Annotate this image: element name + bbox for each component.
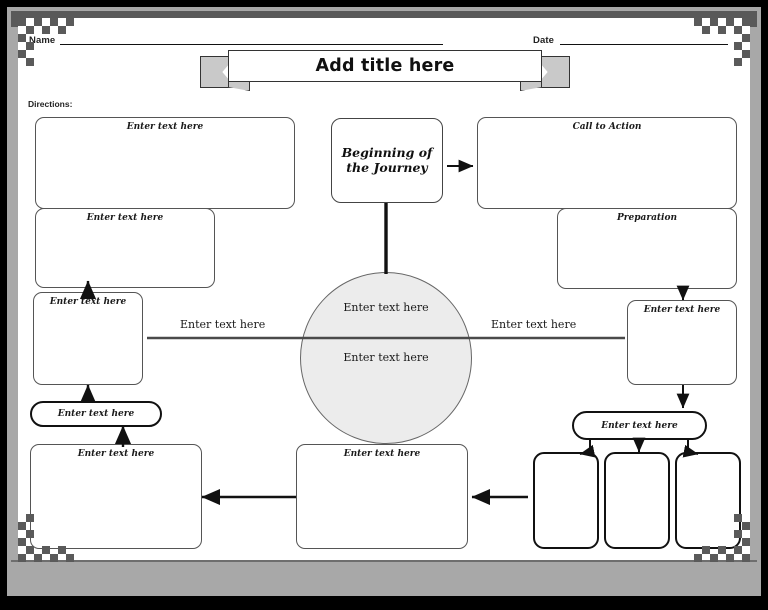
pill-left[interactable]: Enter text here — [30, 401, 162, 427]
footer-bar: www.storyboardthat.com Storyboard That — [11, 562, 757, 596]
circle-top-label: Enter text here — [343, 301, 429, 314]
title-banner-body[interactable]: Add title here — [228, 50, 542, 82]
banner-fold-right — [520, 81, 542, 91]
checker-corner-top-right — [694, 18, 750, 66]
node-beginning-of-journey[interactable]: Beginning of the Journey — [331, 118, 443, 203]
box-left-upper[interactable]: Enter text here — [35, 208, 215, 288]
box-label: Call to Action — [572, 122, 642, 132]
box-bottom-center[interactable]: Enter text here — [296, 444, 468, 549]
box-label: Enter text here — [77, 449, 155, 459]
node-label: Beginning of the Journey — [341, 144, 433, 175]
box-branch-1[interactable] — [533, 452, 599, 549]
name-input-line[interactable] — [60, 44, 443, 45]
box-branch-2[interactable] — [604, 452, 670, 549]
box-call-to-action[interactable]: Call to Action — [477, 117, 737, 209]
box-label: Enter text here — [643, 305, 721, 315]
date-label: Date — [533, 35, 554, 46]
box-label: Preparation — [616, 213, 678, 223]
checker-corner-bottom-right — [694, 514, 750, 562]
box-label: Enter text here — [126, 122, 204, 132]
box-label: Enter text here — [49, 297, 127, 307]
box-top-left-wide[interactable]: Enter text here — [35, 117, 295, 209]
axis-label-left: Enter text here — [180, 318, 266, 331]
pill-right[interactable]: Enter text here — [572, 411, 707, 440]
title-banner: Add title here — [200, 50, 570, 92]
axis-label-right: Enter text here — [491, 318, 577, 331]
pill-label: Enter text here — [601, 420, 678, 431]
directions-label: Directions: — [28, 99, 73, 109]
title-text: Add title here — [315, 56, 455, 76]
box-preparation[interactable]: Preparation — [557, 208, 737, 289]
box-right-mid[interactable]: Enter text here — [627, 300, 737, 385]
checker-corner-bottom-left — [18, 514, 74, 562]
box-label: Enter text here — [343, 449, 421, 459]
box-left-mid[interactable]: Enter text here — [33, 292, 143, 385]
pill-label: Enter text here — [57, 409, 135, 419]
checker-corner-top-left — [18, 18, 74, 66]
box-label: Enter text here — [86, 213, 164, 223]
circle-bottom-label: Enter text here — [343, 351, 429, 364]
banner-fold-left — [228, 81, 250, 91]
worksheet-page: Name Date Add title here Directions: Ent… — [0, 0, 768, 610]
